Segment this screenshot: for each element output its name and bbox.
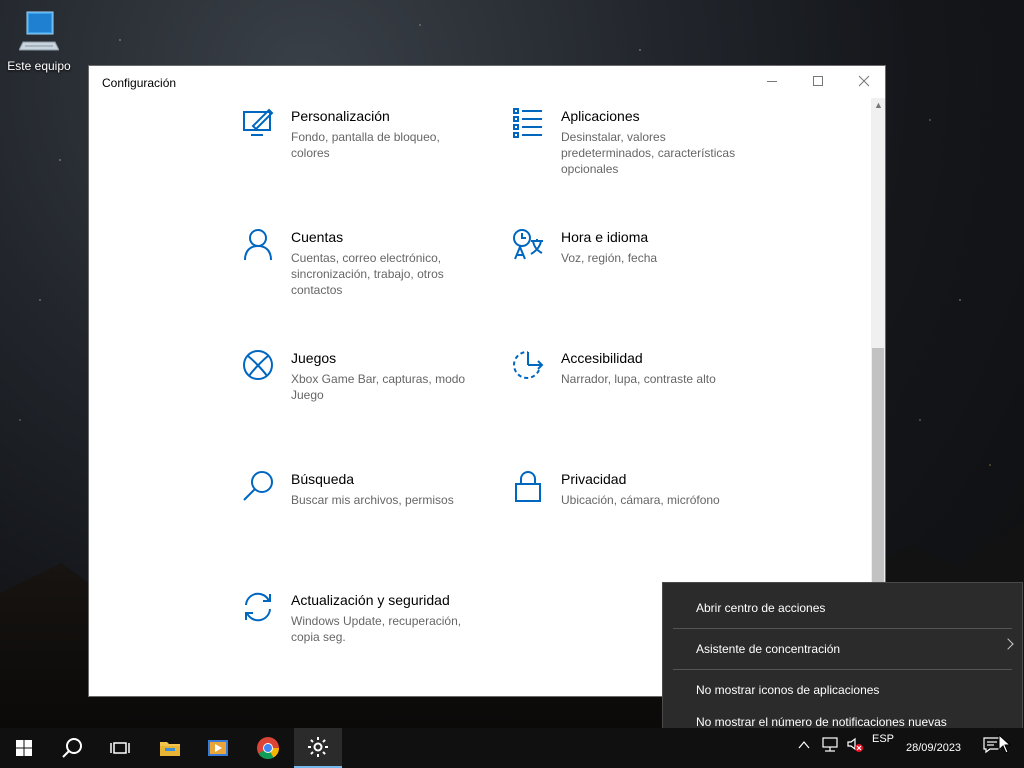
desktop-icon-label: Este equipo bbox=[7, 59, 71, 73]
tile-name: Privacidad bbox=[561, 471, 627, 487]
chevron-right-icon bbox=[1002, 638, 1014, 650]
close-icon bbox=[858, 75, 870, 87]
title-bar[interactable]: Configuración bbox=[89, 66, 885, 98]
maximize-icon bbox=[813, 76, 823, 86]
xbox-icon bbox=[243, 350, 273, 380]
start-button[interactable] bbox=[0, 728, 48, 768]
tile-personalizacion[interactable]: Personalización Fondo, pantalla de bloqu… bbox=[241, 98, 491, 208]
media-player-icon bbox=[208, 740, 228, 756]
tile-name: Hora e idioma bbox=[561, 229, 649, 245]
paint-brush-icon bbox=[243, 108, 274, 136]
tile-desc: Narrador, lupa, contraste alto bbox=[561, 372, 716, 386]
tile-cuentas[interactable]: Cuentas Cuentas, correo electrónico, sin… bbox=[241, 219, 491, 329]
folder-icon bbox=[160, 742, 180, 756]
tile-desc: Fondo, pantalla de bloqueo, colores bbox=[291, 130, 440, 160]
menu-item-hide-notification-count[interactable]: No mostrar el número de notificaciones n… bbox=[696, 715, 947, 729]
task-view-icon bbox=[110, 742, 130, 754]
tile-desc: Cuentas, correo electrónico, sincronizac… bbox=[291, 251, 444, 297]
minimize-button[interactable] bbox=[749, 66, 795, 96]
apps-list-icon bbox=[513, 108, 542, 138]
taskbar: ESP 28/09/2023 bbox=[0, 728, 1024, 768]
mouse-cursor-icon bbox=[998, 734, 1012, 754]
menu-divider bbox=[673, 669, 1012, 670]
clock-date[interactable]: 28/09/2023 bbox=[906, 742, 961, 754]
lock-icon bbox=[515, 471, 541, 502]
tile-privacidad[interactable]: Privacidad Ubicación, cámara, micrófono bbox=[511, 461, 761, 571]
tile-name: Búsqueda bbox=[291, 471, 355, 487]
maximize-button[interactable] bbox=[795, 66, 841, 96]
taskbar-media-player[interactable] bbox=[194, 728, 242, 768]
taskbar-context-menu: Abrir centro de acciones Asistente de co… bbox=[662, 582, 1023, 745]
tile-name: Juegos bbox=[291, 350, 337, 366]
menu-item-open-action-center[interactable]: Abrir centro de acciones bbox=[696, 601, 825, 615]
tile-hora-idioma[interactable]: Hora e idioma Voz, región, fecha bbox=[511, 219, 761, 329]
tile-desc: Ubicación, cámara, micrófono bbox=[561, 493, 720, 507]
tile-desc: Xbox Game Bar, capturas, modo Juego bbox=[291, 372, 466, 402]
menu-divider bbox=[673, 628, 1012, 629]
menu-item-focus-assist[interactable]: Asistente de concentración bbox=[696, 642, 840, 656]
tile-name: Actualización y seguridad bbox=[291, 592, 450, 608]
tile-busqueda[interactable]: Búsqueda Buscar mis archivos, permisos bbox=[241, 461, 491, 571]
menu-item-hide-app-icons[interactable]: No mostrar iconos de aplicaciones bbox=[696, 683, 879, 697]
tile-name: Aplicaciones bbox=[561, 108, 640, 124]
tile-name: Personalización bbox=[291, 108, 390, 124]
windows-logo-icon bbox=[16, 740, 32, 756]
tile-desc: Voz, región, fecha bbox=[561, 251, 658, 265]
tile-accesibilidad[interactable]: Accesibilidad Narrador, lupa, contraste … bbox=[511, 340, 761, 450]
tile-actualizacion-seguridad[interactable]: Actualización y seguridad Windows Update… bbox=[241, 582, 491, 692]
desktop-icon-this-pc[interactable]: Este equipo bbox=[4, 8, 74, 73]
close-button[interactable] bbox=[841, 66, 887, 96]
sync-icon bbox=[245, 592, 271, 622]
search-icon bbox=[62, 738, 82, 758]
taskbar-file-explorer[interactable] bbox=[146, 728, 194, 768]
task-view-button[interactable] bbox=[96, 728, 144, 768]
gear-icon bbox=[308, 737, 328, 757]
scroll-up-icon[interactable]: ▲ bbox=[874, 100, 883, 110]
computer-icon bbox=[18, 11, 60, 51]
tile-name: Cuentas bbox=[291, 229, 344, 245]
taskbar-settings[interactable] bbox=[294, 728, 342, 768]
tile-aplicaciones[interactable]: Aplicaciones Desinstalar, valores predet… bbox=[511, 98, 761, 208]
chevron-up-icon[interactable] bbox=[798, 740, 810, 750]
accessibility-icon bbox=[513, 350, 544, 379]
tile-name: Accesibilidad bbox=[561, 350, 643, 366]
chrome-icon bbox=[257, 737, 279, 759]
tile-desc: Windows Update, recuperación, copia seg. bbox=[291, 614, 462, 644]
volume-muted-icon[interactable] bbox=[846, 737, 864, 753]
tile-desc: Buscar mis archivos, permisos bbox=[291, 493, 454, 507]
tile-desc: Desinstalar, valores predeterminados, ca… bbox=[561, 130, 736, 176]
search-icon bbox=[243, 471, 273, 501]
person-icon bbox=[244, 229, 272, 261]
search-button[interactable] bbox=[48, 728, 96, 768]
minimize-icon bbox=[767, 80, 777, 82]
language-indicator[interactable]: ESP bbox=[872, 733, 894, 745]
network-icon[interactable] bbox=[821, 737, 839, 753]
time-language-icon bbox=[513, 229, 543, 260]
window-title: Configuración bbox=[102, 76, 177, 90]
tile-juegos[interactable]: Juegos Xbox Game Bar, capturas, modo Jue… bbox=[241, 340, 491, 450]
taskbar-chrome[interactable] bbox=[244, 728, 292, 768]
